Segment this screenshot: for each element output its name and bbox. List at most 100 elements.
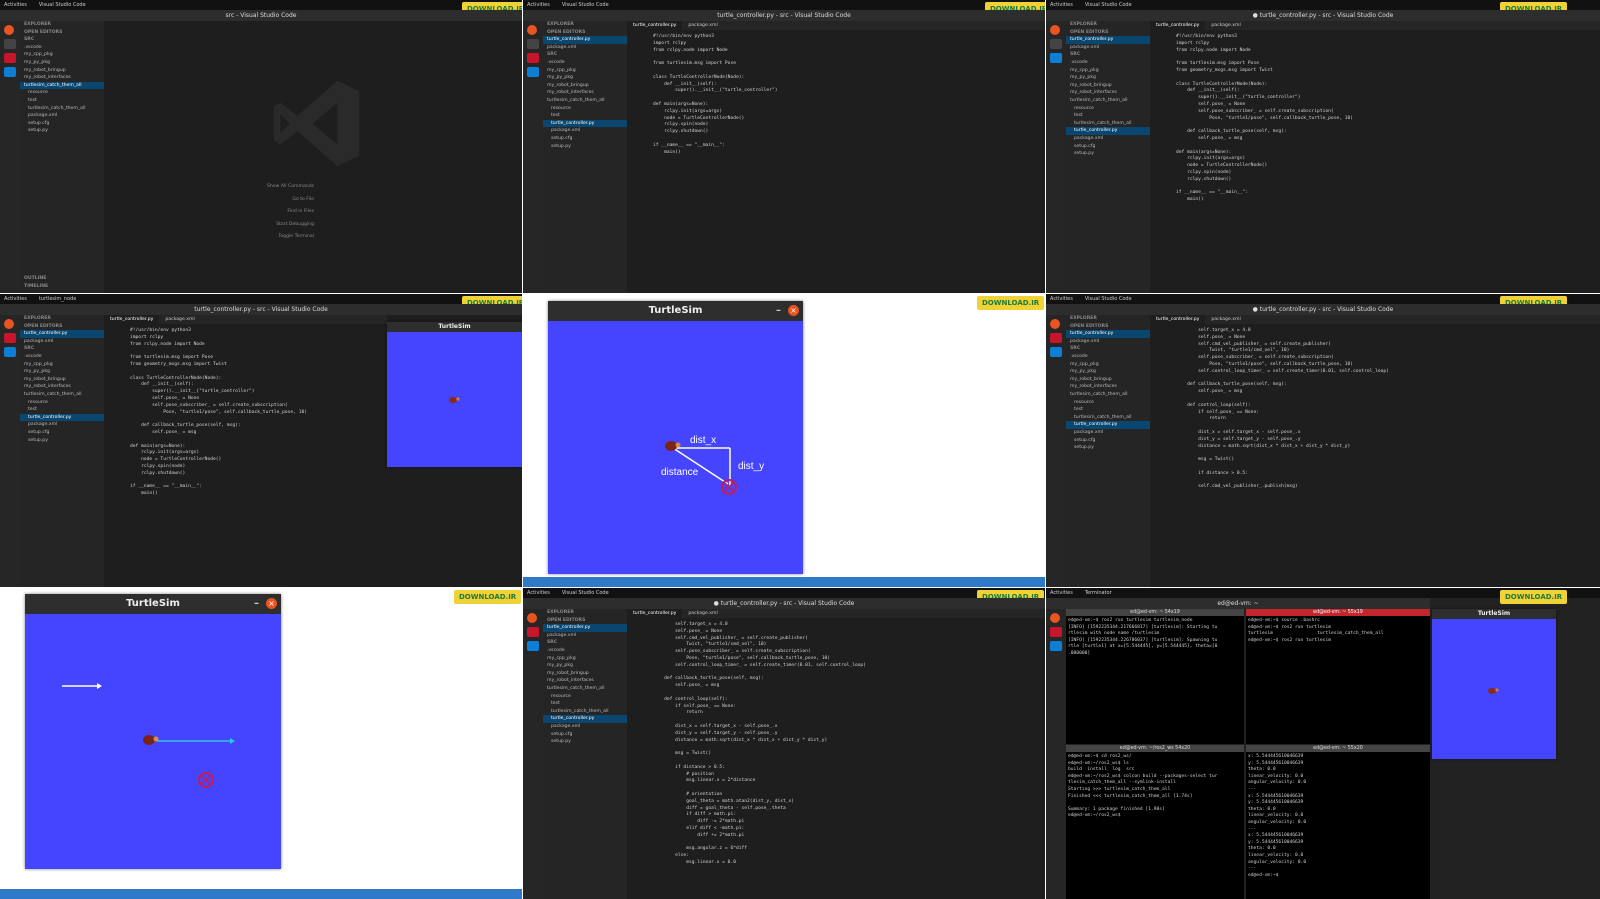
tree-item[interactable]: test (543, 112, 627, 120)
tree-item[interactable]: setup.cfg (1066, 143, 1150, 151)
tree-item[interactable]: test (1066, 112, 1150, 120)
tree-item[interactable]: setup.cfg (543, 731, 627, 739)
tree-item[interactable]: my_py_pkg (543, 74, 627, 82)
app-menu[interactable]: Terminator (1085, 590, 1112, 596)
tree-item[interactable]: setup.py (20, 127, 104, 135)
vscode-icon[interactable] (1050, 641, 1062, 651)
firefox-icon[interactable] (1050, 613, 1060, 623)
vscode-icon[interactable] (527, 67, 539, 77)
tree-item-selected[interactable]: turtle_controller.py (543, 715, 627, 723)
software-icon[interactable] (1050, 627, 1062, 637)
tree-item[interactable]: my_cpp_pkg (20, 51, 104, 59)
tree-item[interactable]: my_robot_interfaces (1066, 89, 1150, 97)
app-menu[interactable]: Visual Studio Code (1085, 2, 1132, 8)
code-editor[interactable]: turtle_controller.py package.xml #!/usr/b… (627, 21, 1045, 293)
minimize-button[interactable]: – (776, 301, 781, 321)
software-icon[interactable] (1050, 333, 1062, 343)
firefox-icon[interactable] (527, 613, 537, 623)
app-menu[interactable]: Visual Studio Code (39, 2, 86, 8)
tree-item[interactable]: my_robot_interfaces (20, 383, 104, 391)
tree-item[interactable]: turtlesim_catch_them_all (1066, 391, 1150, 399)
src-header[interactable]: SRC (20, 345, 104, 353)
open-editor-item[interactable]: turtle_controller.py (543, 624, 627, 632)
code-editor[interactable]: turtle_controller.py package.xml self.tar… (627, 609, 1045, 899)
firefox-icon[interactable] (1050, 319, 1060, 329)
tree-item[interactable]: resource (1066, 399, 1150, 407)
open-editor-item[interactable]: package.xml (543, 632, 627, 640)
tree-item[interactable]: .vscode (1066, 59, 1150, 67)
tree-item[interactable]: turtlesim_catch_them_all (1066, 414, 1150, 422)
open-editor-item[interactable]: turtle_controller.py (1066, 330, 1150, 338)
tree-item[interactable]: setup.py (543, 738, 627, 746)
files-icon[interactable] (4, 39, 16, 49)
tree-item[interactable]: turtlesim_catch_them_all (543, 685, 627, 693)
turtlesim-window-small[interactable]: TurtleSim (1432, 609, 1556, 759)
tab-turtle-controller[interactable]: turtle_controller.py (627, 21, 683, 30)
turtlesim-window[interactable]: TurtleSim – × (25, 594, 281, 869)
tree-item[interactable]: setup.cfg (543, 135, 627, 143)
tree-item[interactable]: package.xml (1066, 429, 1150, 437)
tree-item[interactable]: package.xml (20, 421, 104, 429)
code-editor[interactable]: turtle_controller.py package.xml #!/usr/b… (1150, 21, 1600, 293)
tree-item[interactable]: my_robot_interfaces (543, 89, 627, 97)
app-menu[interactable]: Visual Studio Code (562, 2, 609, 8)
tree-item[interactable]: my_cpp_pkg (543, 655, 627, 663)
code-editor[interactable]: turtle_controller.py package.xml #!/usr/b… (104, 315, 387, 587)
tree-item-selected[interactable]: turtlesim_catch_them_all (20, 81, 104, 90)
activities-button[interactable]: Activities (4, 296, 27, 302)
activities-button[interactable]: Activities (1050, 296, 1073, 302)
tree-item[interactable]: my_py_pkg (1066, 368, 1150, 376)
activities-button[interactable]: Activities (1050, 590, 1073, 596)
tree-item[interactable]: turtlesim_catch_them_all (1066, 97, 1150, 105)
tree-item[interactable]: my_robot_bringup (20, 67, 104, 75)
src-header[interactable]: SRC (543, 51, 627, 59)
open-editors-header[interactable]: OPEN EDITORS (1066, 29, 1150, 37)
tree-item-selected[interactable]: turtle_controller.py (20, 413, 104, 422)
tree-item-selected[interactable]: turtle_controller.py (1066, 421, 1150, 429)
open-editor-item[interactable]: turtle_controller.py (1066, 36, 1150, 44)
tree-item[interactable]: my_robot_bringup (1066, 376, 1150, 384)
terminal-4[interactable]: x: 5.544445610046639 y: 5.544445610046639… (1246, 752, 1430, 899)
close-button[interactable]: × (266, 598, 277, 609)
vscode-icon[interactable] (4, 347, 16, 357)
terminal-2[interactable]: ed@ed-vm:~$ source .bashrc ed@ed-vm:~$ ro… (1246, 616, 1430, 744)
tab-package-xml[interactable]: package.xml (159, 315, 200, 324)
open-editors-header[interactable]: OPEN EDITORS (543, 617, 627, 625)
open-editors-header[interactable]: OPEN EDITORS (20, 323, 104, 331)
terminal-1[interactable]: ed@ed-vm:~$ ros2 run turtlesim turtlesim… (1066, 616, 1244, 744)
src-header[interactable]: SRC (1066, 345, 1150, 353)
tree-item[interactable]: .vscode (543, 647, 627, 655)
tree-item[interactable]: .vscode (20, 353, 104, 361)
open-editor-item[interactable]: turtle_controller.py (543, 36, 627, 44)
tree-item[interactable]: test (543, 700, 627, 708)
app-menu[interactable]: turtlesim_node (39, 296, 76, 302)
tree-item[interactable]: my_robot_bringup (20, 376, 104, 384)
tree-item[interactable]: my_py_pkg (1066, 74, 1150, 82)
tree-item[interactable]: turtlesim_catch_them_all (20, 391, 104, 399)
open-editor-item[interactable]: package.xml (543, 44, 627, 52)
tree-item[interactable]: .vscode (543, 59, 627, 67)
software-icon[interactable] (4, 333, 16, 343)
tree-item[interactable]: my_robot_interfaces (1066, 383, 1150, 391)
tree-item[interactable]: setup.cfg (20, 429, 104, 437)
activities-button[interactable]: Activities (527, 590, 550, 596)
tree-item[interactable]: my_cpp_pkg (1066, 361, 1150, 369)
firefox-icon[interactable] (4, 25, 14, 35)
outline-header[interactable]: OUTLINE (20, 275, 46, 283)
tree-item[interactable]: my_cpp_pkg (20, 361, 104, 369)
src-header[interactable]: SRC (20, 36, 104, 44)
firefox-icon[interactable] (4, 319, 14, 329)
tree-item[interactable]: my_robot_bringup (1066, 82, 1150, 90)
vscode-icon[interactable] (527, 641, 539, 651)
tab-package-xml[interactable]: package.xml (1205, 21, 1246, 30)
minimize-button[interactable]: – (254, 594, 259, 614)
vscode-icon[interactable] (1050, 53, 1062, 63)
tree-item[interactable]: turtlesim_catch_them_all (1066, 120, 1150, 128)
open-editors-header[interactable]: OPEN EDITORS (1066, 323, 1150, 331)
timeline-header[interactable]: TIMELINE (20, 283, 48, 291)
tree-item-selected[interactable]: turtle_controller.py (543, 119, 627, 128)
tab-turtle-controller[interactable]: turtle_controller.py (1150, 315, 1206, 324)
tree-item[interactable]: setup.cfg (1066, 437, 1150, 445)
open-editor-item[interactable]: package.xml (1066, 44, 1150, 52)
tree-item[interactable]: setup.py (1066, 150, 1150, 158)
